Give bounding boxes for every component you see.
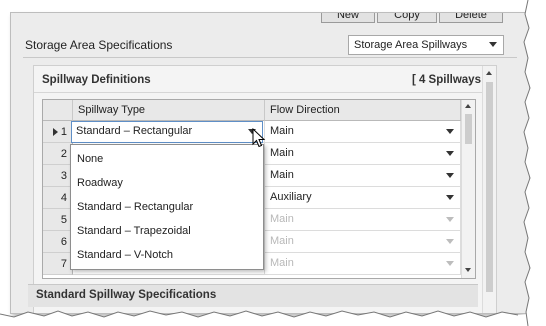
row-header[interactable]: 2 [43, 143, 73, 165]
row-number: 2 [60, 148, 67, 160]
row-number: 3 [60, 170, 67, 182]
grid-scroll-thumb[interactable] [465, 114, 472, 144]
flow-direction-cell[interactable]: Main [265, 143, 461, 165]
row-number: 5 [60, 214, 67, 226]
column-header-flow-direction[interactable]: Flow Direction [265, 100, 461, 121]
chevron-down-icon [446, 261, 454, 266]
view-select[interactable]: Storage Area Spillways [348, 35, 504, 55]
spillway-count: [ 4 Spillways ] [411, 74, 488, 86]
dropdown-option-standard-rectangular[interactable]: Standard – Rectangular [71, 195, 261, 219]
grid-corner-header [43, 100, 73, 121]
tab-delete[interactable]: Delete [439, 12, 503, 23]
flow-direction-cell[interactable]: Main [265, 121, 461, 143]
page-title: Storage Area Specifications [25, 38, 173, 52]
row-header[interactable]: 5 [43, 209, 73, 231]
torn-edge-right [523, 0, 546, 326]
scroll-down-arrow-icon[interactable] [465, 268, 471, 272]
flow-direction-cell[interactable]: Main [265, 253, 461, 275]
spillway-type-combo[interactable]: Standard – Rectangular [71, 121, 263, 143]
torn-edge-bottom [0, 300, 546, 326]
flow-direction-cell[interactable]: Main [265, 209, 461, 231]
spillway-panel-title: Spillway Definitions [42, 74, 151, 86]
chevron-down-icon [446, 173, 454, 178]
dropdown-option-roadway[interactable]: Roadway [71, 171, 261, 195]
dropdown-option-standard-v-notch[interactable]: Standard – V-Notch [71, 243, 261, 267]
flow-direction-cell[interactable]: Main [265, 165, 461, 187]
chevron-down-icon [489, 42, 497, 47]
row-header[interactable]: 3 [43, 165, 73, 187]
flow-direction-value: Main [270, 147, 294, 159]
row-number: 4 [60, 192, 67, 204]
flow-direction-value: Main [270, 169, 294, 181]
spillway-type-value: Standard – Rectangular [76, 125, 193, 137]
row-header[interactable]: 6 [43, 231, 73, 253]
tab-delete-label: Delete [455, 12, 487, 21]
dropdown-option-standard-trapezoidal[interactable]: Standard – Trapezoidal [71, 219, 261, 243]
flow-direction-cell[interactable]: Main [265, 231, 461, 253]
flow-direction-cell[interactable]: Auxiliary [265, 187, 461, 209]
chevron-down-icon [446, 129, 454, 134]
current-row-arrow-icon [53, 128, 58, 136]
row-number: 7 [60, 258, 67, 270]
tab-copy[interactable]: Copy [377, 12, 437, 23]
panel-scrollbar[interactable] [482, 66, 496, 313]
flow-direction-value: Auxiliary [270, 191, 312, 203]
mouse-pointer-icon [252, 128, 266, 148]
panel-scroll-thumb[interactable] [486, 82, 493, 292]
flow-direction-value: Main [270, 125, 294, 137]
chevron-down-icon [446, 151, 454, 156]
chevron-down-icon [446, 217, 454, 222]
column-header-spillway-type[interactable]: Spillway Type [73, 100, 265, 121]
row-number: 6 [60, 236, 67, 248]
scroll-up-arrow-icon[interactable] [465, 104, 471, 108]
grid-scrollbar[interactable] [461, 100, 475, 278]
storage-area-header: Storage Area Specifications Storage Area… [23, 33, 517, 58]
chevron-down-icon [446, 239, 454, 244]
row-header[interactable]: 7 [43, 253, 73, 275]
spillway-type-dropdown: None Roadway Standard – Rectangular Stan… [70, 144, 264, 270]
flow-direction-value: Main [270, 257, 294, 269]
row-header[interactable]: 1 [43, 121, 73, 143]
flow-direction-value: Main [270, 235, 294, 247]
flow-direction-value: Main [270, 213, 294, 225]
scroll-up-arrow-icon[interactable] [486, 71, 492, 75]
dropdown-option-none[interactable]: None [71, 147, 261, 171]
tab-new-label: New [336, 12, 359, 21]
view-select-value: Storage Area Spillways [354, 39, 468, 51]
row-number: 1 [60, 126, 67, 138]
chevron-down-icon [446, 195, 454, 200]
tab-new[interactable]: New [321, 12, 375, 23]
tab-copy-label: Copy [394, 12, 420, 21]
row-header[interactable]: 4 [43, 187, 73, 209]
panel-divider [34, 92, 496, 93]
